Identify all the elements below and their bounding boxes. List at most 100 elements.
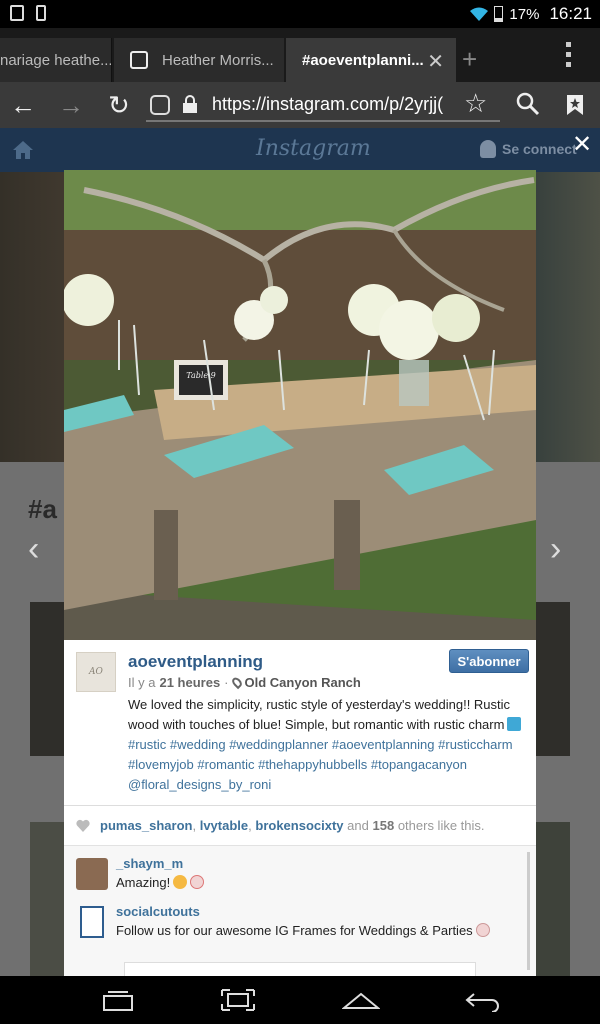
post-modal: Table 9 AO aoeventplanning S'abonner Il …	[64, 170, 536, 976]
comment-username[interactable]: socialcutouts	[116, 904, 200, 919]
post-header: AO aoeventplanning S'abonner Il y a 21 h…	[64, 640, 536, 806]
close-icon[interactable]: ✕	[572, 130, 592, 159]
hashtag-link[interactable]: #wedding	[170, 737, 226, 752]
next-arrow-icon[interactable]: ›	[550, 530, 561, 569]
mention-link[interactable]: @floral_designs_by_roni	[128, 777, 271, 792]
instagram-page: Instagram Se connect #a ‹ › ✕ Table 9 AO…	[0, 128, 600, 976]
url-bar: ← → ↻ https://instagram.com/p/2yrjj( ☆	[0, 82, 600, 128]
usb-notification-icon	[36, 5, 46, 21]
hashtag-link[interactable]: #topangacanyon	[371, 757, 467, 772]
post-caption: We loved the simplicity, rustic style of…	[128, 695, 530, 795]
clap-emoji-icon	[190, 875, 205, 889]
liker-link[interactable]: brokensocixty	[255, 818, 343, 833]
close-tab-icon[interactable]: ✕	[427, 49, 444, 74]
thumbnail[interactable]	[30, 602, 64, 756]
likes-and: and	[347, 818, 369, 833]
back-icon[interactable]: ←	[10, 90, 36, 120]
instagram-favicon-icon	[150, 95, 170, 115]
tab-heather-morris[interactable]: Heather Morris...	[114, 38, 284, 82]
hashtag-link[interactable]: #thehappyhubbells	[258, 757, 367, 772]
person-icon	[480, 140, 496, 158]
url-text: https://instagram.com/p/2yrjj(	[212, 94, 444, 114]
hashtag-link[interactable]: #lovemyjob	[128, 757, 194, 772]
tab-label: #aoeventplanni...	[302, 51, 424, 69]
forward-icon[interactable]: →	[58, 90, 84, 120]
hashtag-link[interactable]: #aoeventplanning	[332, 737, 435, 752]
comment-text: Follow us for our awesome IG Frames for …	[116, 923, 490, 938]
system-nav-bar	[0, 976, 600, 1024]
thumbnail[interactable]	[30, 822, 64, 976]
caption-text: We loved the simplicity, rustic style of…	[128, 697, 511, 732]
likes-text: pumas_sharon, lvytable, brokensocixty an…	[100, 818, 485, 833]
avatar[interactable]	[76, 858, 108, 890]
browser-tab-bar: nariage heathe... Heather Morris... #aoe…	[0, 28, 600, 82]
login-label: Se connect	[502, 141, 577, 157]
heart-icon[interactable]	[76, 819, 90, 832]
tab-aoeventplanning[interactable]: #aoeventplanni... ✕	[286, 38, 456, 82]
clap-emoji-icon	[475, 923, 490, 937]
previous-arrow-icon[interactable]: ‹	[28, 530, 39, 569]
wifi-icon	[470, 7, 489, 21]
comment-input[interactable]	[124, 962, 476, 976]
meta-separator: ·	[224, 675, 229, 690]
home-icon[interactable]	[12, 140, 34, 160]
search-icon[interactable]	[516, 92, 540, 116]
thumbnail[interactable]	[536, 602, 570, 756]
status-bar: 17% 16:21	[0, 0, 600, 28]
tab-label: nariage heathe...	[0, 51, 112, 69]
screenshot-icon[interactable]	[220, 988, 256, 1012]
tab-mariage[interactable]: nariage heathe...	[0, 38, 112, 82]
comments-list: _shaym_m Amazing! socialcutouts Follow u…	[64, 846, 536, 976]
avatar[interactable]: AO	[76, 652, 116, 692]
overflow-menu-icon[interactable]	[560, 42, 576, 67]
instagram-logo: Instagram	[256, 136, 371, 161]
image-notification-icon	[10, 5, 24, 21]
emoji-icon	[173, 875, 188, 889]
login-link[interactable]: Se connect	[480, 140, 577, 158]
favicon-icon	[130, 51, 148, 69]
liker-link[interactable]: lvytable	[200, 818, 248, 833]
clock: 16:21	[549, 4, 592, 23]
battery-icon	[494, 6, 504, 22]
time-value: 21 heures	[159, 675, 221, 690]
post-meta: Il y a 21 heures · Old Canyon Ranch	[128, 675, 361, 690]
address-field[interactable]: https://instagram.com/p/2yrjj( ☆	[146, 88, 500, 122]
follow-button[interactable]: S'abonner	[449, 649, 529, 673]
blue-heart-emoji-icon	[507, 717, 522, 731]
comment-body: Amazing!	[116, 875, 171, 890]
location-link[interactable]: Old Canyon Ranch	[245, 675, 361, 690]
new-tab-button[interactable]: +	[462, 44, 477, 75]
back-button-icon[interactable]	[464, 988, 502, 1012]
instagram-header: Instagram Se connect	[0, 128, 600, 172]
hashtag-link[interactable]: #rusticcharm	[438, 737, 512, 752]
hashtag-link[interactable]: #rustic	[128, 737, 166, 752]
time-prefix: Il y a	[128, 675, 156, 690]
comment-body: Follow us for our awesome IG Frames for …	[116, 923, 473, 938]
avatar[interactable]	[80, 906, 104, 938]
recent-apps-icon[interactable]	[100, 988, 136, 1012]
thumbnail[interactable]	[536, 822, 570, 976]
battery-level: 17%	[509, 5, 540, 23]
post-photo: Table 9	[64, 170, 536, 640]
likes-count: 158	[372, 818, 395, 833]
post-username[interactable]: aoeventplanning	[128, 652, 263, 672]
tab-label: Heather Morris...	[162, 51, 274, 69]
comments-scrollbar[interactable]	[527, 852, 530, 970]
location-pin-icon	[229, 675, 244, 690]
likes-suffix: others like this.	[397, 818, 485, 833]
star-icon[interactable]: ☆	[464, 88, 487, 119]
comment-username[interactable]: _shaym_m	[116, 856, 183, 871]
hashtag-link[interactable]: #romantic	[197, 757, 254, 772]
hashtag-heading: #a	[28, 494, 57, 524]
liker-link[interactable]: pumas_sharon	[100, 818, 192, 833]
reload-icon[interactable]: ↻	[108, 90, 130, 120]
comment-item: socialcutouts Follow us for our awesome …	[76, 904, 526, 944]
likes-row: pumas_sharon, lvytable, brokensocixty an…	[64, 806, 536, 846]
bookmark-icon[interactable]	[566, 94, 584, 116]
comment-item: _shaym_m Amazing!	[76, 856, 526, 896]
lock-icon	[183, 95, 197, 113]
home-button-icon[interactable]	[342, 988, 380, 1012]
table-card: Table 9	[186, 371, 216, 380]
comment-text: Amazing!	[116, 875, 205, 890]
hashtag-link[interactable]: #weddingplanner	[229, 737, 328, 752]
